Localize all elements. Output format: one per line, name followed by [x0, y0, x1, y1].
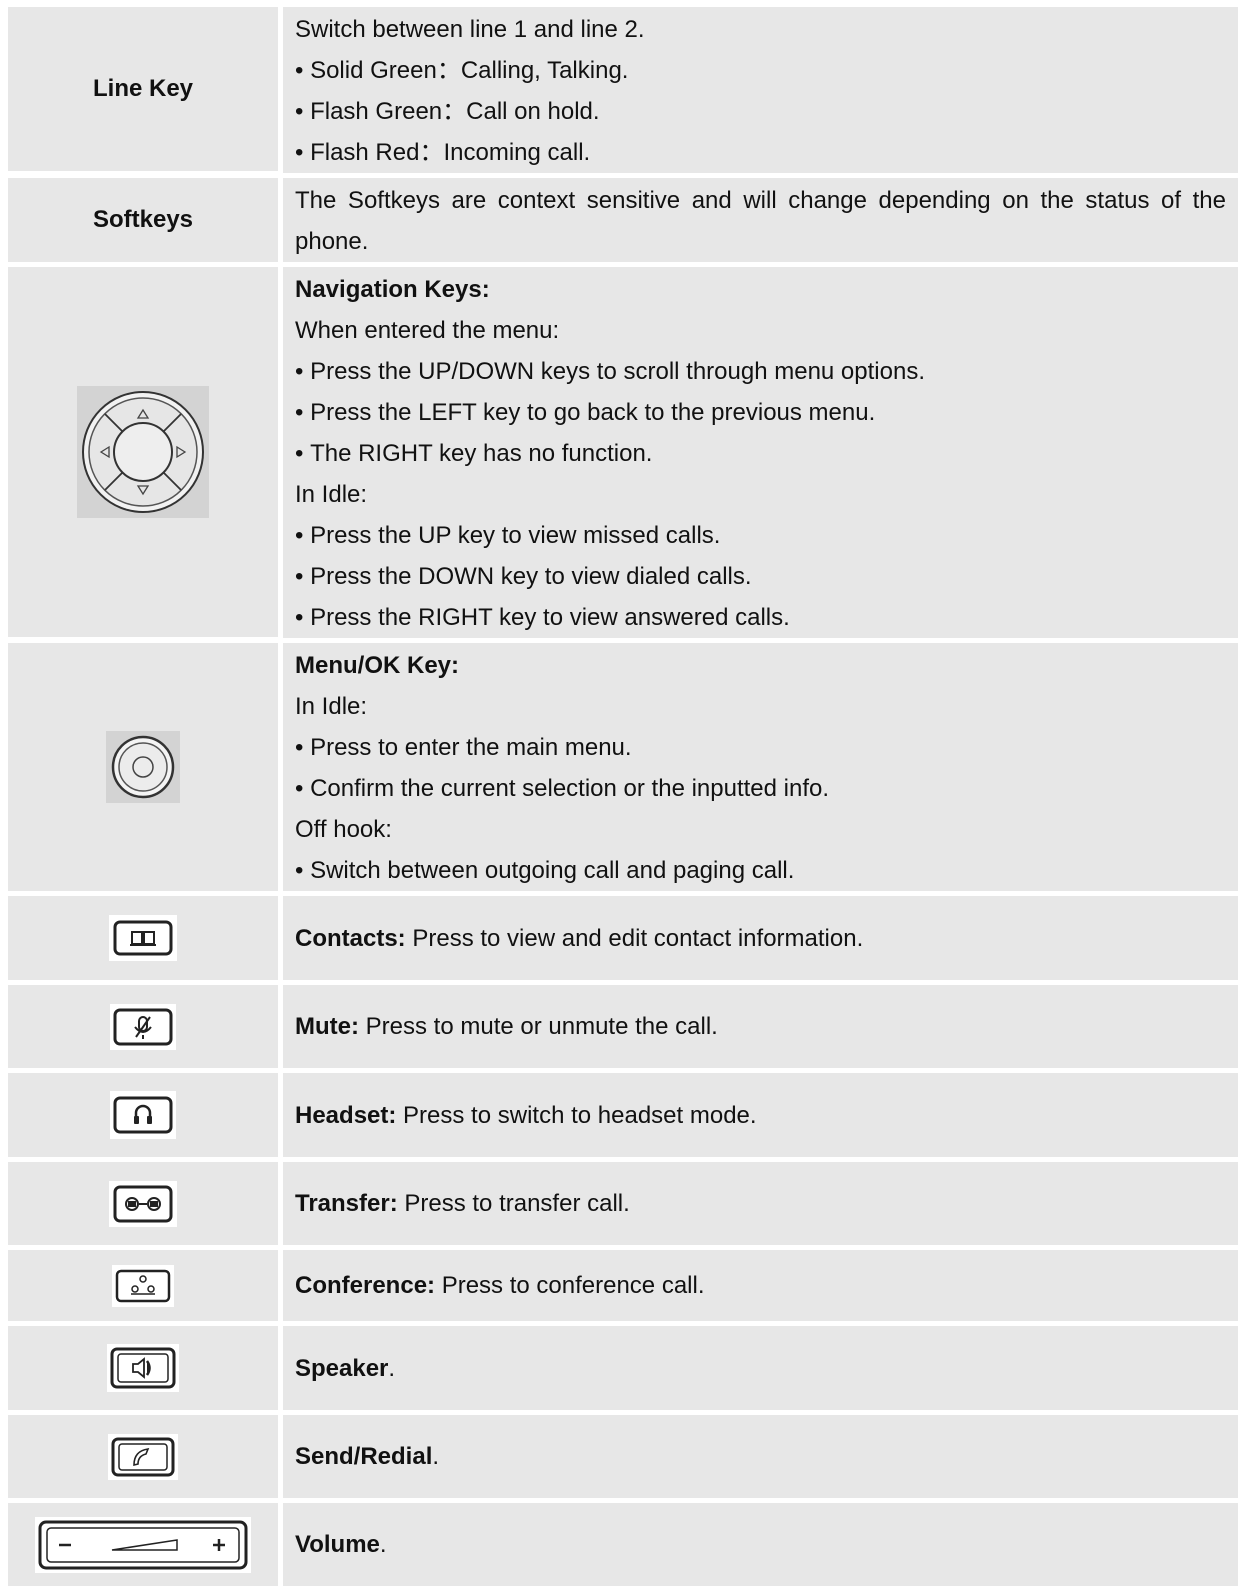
key-name-cell: Softkeys — [8, 178, 278, 262]
key-name: Line Key — [92, 75, 194, 102]
description-cell: Conference: Press to conference call. — [283, 1250, 1238, 1321]
bullet-item: Press to enter the main menu. — [295, 727, 1226, 768]
key-description: Press to transfer call. — [397, 1190, 630, 1217]
description-cell: Send/Redial. — [283, 1415, 1238, 1498]
contacts-book-icon — [109, 915, 177, 961]
bullet-item: Solid Green：Calling, Talking. — [295, 50, 1226, 91]
transfer-icon — [109, 1180, 177, 1227]
key-description: Press to view and edit contact informati… — [405, 924, 864, 952]
key-label: Conference: — [295, 1272, 436, 1299]
key-label: Contacts: — [295, 924, 406, 952]
conference-icon — [112, 1264, 174, 1307]
description-text: The Softkeys are context sensitive and w… — [295, 187, 1226, 255]
description-line: Off hook: — [295, 816, 392, 843]
key-icon-cell — [8, 1415, 278, 1498]
bullet-item: Press the DOWN key to view dialed calls. — [295, 556, 1226, 597]
mute-microphone-icon — [110, 1003, 176, 1050]
key-icon-cell — [8, 1503, 278, 1586]
key-label: Volume — [295, 1531, 380, 1558]
key-description: Press to switch to headset mode. — [396, 1101, 757, 1129]
key-name-cell: Line Key — [8, 7, 278, 171]
speaker-icon — [107, 1344, 179, 1392]
key-label: Mute: — [295, 1013, 359, 1040]
headset-icon — [110, 1091, 176, 1139]
description-cell: Mute: Press to mute or unmute the call. — [283, 985, 1238, 1068]
bullet-item: Press the RIGHT key to view answered cal… — [295, 597, 1226, 638]
key-icon-cell — [8, 1073, 278, 1157]
bullet-item: Press the UP key to view missed calls. — [295, 515, 1226, 556]
bullet-item: Flash Green：Call on hold. — [295, 91, 1226, 132]
description-cell: The Softkeys are context sensitive and w… — [283, 178, 1238, 262]
description-cell: Contacts: Press to view and edit contact… — [283, 896, 1238, 980]
bullet-item: The RIGHT key has no function. — [295, 433, 1226, 474]
description-cell: Switch between line 1 and line 2. Solid … — [283, 7, 1238, 173]
key-icon-cell — [8, 1326, 278, 1410]
key-description: . — [432, 1443, 440, 1470]
key-icon-cell — [8, 1162, 278, 1245]
bullet-item: Flash Red：Incoming call. — [295, 132, 1226, 173]
bullet-item: Press the LEFT key to go back to the pre… — [295, 392, 1226, 433]
key-label: Headset: — [295, 1101, 397, 1129]
key-icon-cell — [8, 1250, 278, 1321]
section-title: Navigation Keys: — [295, 276, 490, 303]
key-icon-cell — [8, 643, 278, 891]
key-label: Speaker — [295, 1354, 389, 1382]
key-label: Send/Redial — [295, 1443, 433, 1470]
volume-rocker-icon — [35, 1516, 251, 1573]
key-icon-cell — [8, 267, 278, 637]
key-description: . — [379, 1531, 387, 1558]
send-redial-handset-icon — [108, 1433, 178, 1480]
description-line: In Idle: — [295, 481, 368, 508]
description-cell: Transfer: Press to transfer call. — [283, 1162, 1238, 1245]
key-icon-cell — [8, 896, 278, 980]
key-name: Softkeys — [92, 206, 194, 233]
section-title: Menu/OK Key: — [295, 652, 460, 679]
description-cell: Headset: Press to switch to headset mode… — [283, 1073, 1238, 1157]
bullet-item: Press the UP/DOWN keys to scroll through… — [295, 351, 1226, 392]
description-cell: Menu/OK Key: In Idle: Press to enter the… — [283, 643, 1238, 891]
phone-keys-table: Line Key Switch between line 1 and line … — [8, 7, 1238, 1586]
key-label: Transfer: — [295, 1190, 398, 1217]
description-line: Switch between line 1 and line 2. — [295, 16, 645, 43]
bullet-item: Confirm the current selection or the inp… — [295, 768, 1226, 809]
bullet-item: Switch between outgoing call and paging … — [295, 850, 1226, 891]
description-cell: Volume. — [283, 1503, 1238, 1586]
key-description: Press to mute or unmute the call. — [358, 1013, 718, 1040]
key-description: Press to conference call. — [435, 1272, 705, 1299]
description-line: In Idle: — [295, 693, 368, 720]
menu-ok-key-icon — [106, 731, 180, 803]
description-cell: Navigation Keys: When entered the menu: … — [283, 267, 1238, 638]
navigation-pad-icon — [77, 386, 209, 518]
description-line: When entered the menu: — [295, 317, 560, 344]
key-description: . — [388, 1354, 396, 1382]
key-icon-cell — [8, 985, 278, 1068]
description-cell: Speaker. — [283, 1326, 1238, 1410]
